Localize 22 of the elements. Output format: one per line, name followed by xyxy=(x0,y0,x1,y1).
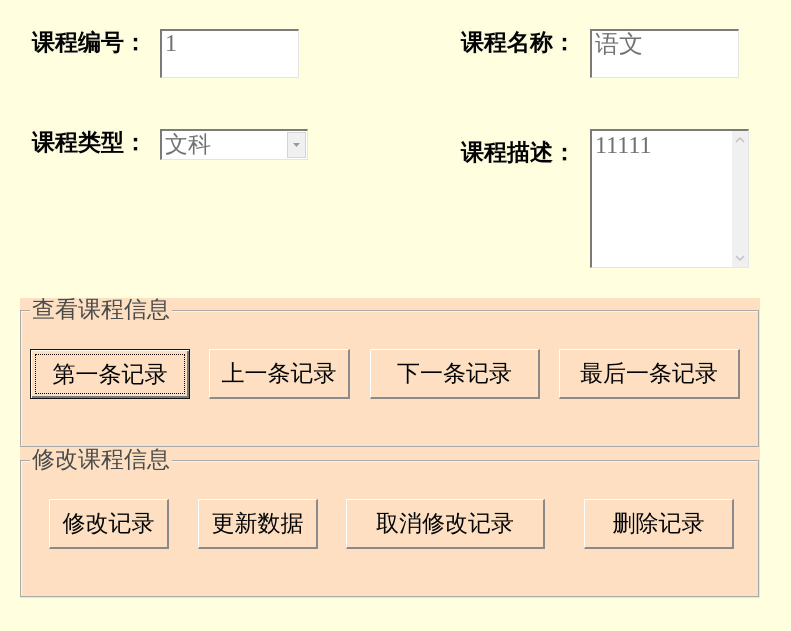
action-button[interactable]: 第一条记录 xyxy=(30,349,190,399)
input-field[interactable]: 语文 xyxy=(590,29,739,78)
field-label: 课程描述： xyxy=(461,140,577,166)
field-label: 课程名称： xyxy=(461,30,577,56)
chevron-up-icon xyxy=(735,137,745,143)
caret-down-icon xyxy=(287,132,306,158)
action-button[interactable]: 最后一条记录 xyxy=(559,349,740,399)
action-button[interactable]: 删除记录 xyxy=(584,499,734,549)
field-label: 课程编号： xyxy=(32,30,148,56)
textarea-field[interactable]: 11111 xyxy=(590,129,749,268)
input-field[interactable]: 1 xyxy=(160,29,299,78)
group-title: 查看课程信息 xyxy=(30,298,172,322)
scrollbar[interactable] xyxy=(732,131,748,267)
action-button[interactable]: 上一条记录 xyxy=(209,349,350,399)
action-button[interactable]: 更新数据 xyxy=(198,499,318,549)
dropdown-field[interactable]: 文科 xyxy=(160,129,308,160)
action-button[interactable]: 下一条记录 xyxy=(370,349,540,399)
action-button[interactable]: 取消修改记录 xyxy=(346,499,545,549)
group-title: 修改课程信息 xyxy=(30,448,172,472)
chevron-down-icon xyxy=(735,255,745,261)
action-button[interactable]: 修改记录 xyxy=(49,499,169,549)
field-label: 课程类型： xyxy=(32,130,148,156)
